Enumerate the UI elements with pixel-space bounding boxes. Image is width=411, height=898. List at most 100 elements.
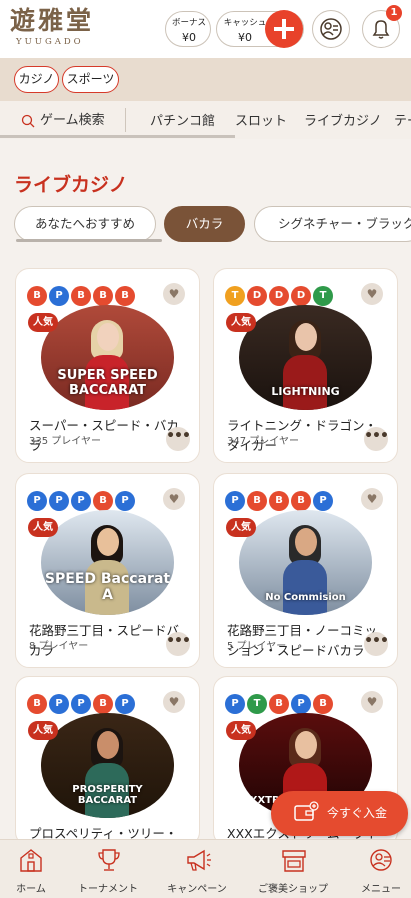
site-logo[interactable]: 遊雅堂 YUUGADO	[10, 6, 125, 54]
home-icon	[20, 849, 42, 872]
result-dot: T	[313, 286, 333, 306]
result-dot: B	[247, 491, 267, 511]
cash-label: キャッシュ	[223, 18, 267, 28]
category-casino[interactable]: カジノ	[14, 66, 59, 93]
nav-table[interactable]: テー	[394, 110, 411, 129]
result-dot: T	[225, 286, 245, 306]
game-thumbnail[interactable]: SUPER SPEED BACCARAT	[41, 305, 174, 410]
tab-tournament[interactable]: トーナメント	[72, 840, 144, 898]
more-options-icon[interactable]: •••	[166, 632, 191, 656]
popular-badge: 人気	[226, 313, 256, 332]
filter-baccarat[interactable]: バカラ	[164, 206, 245, 242]
result-dot: P	[49, 491, 69, 511]
result-dot: D	[269, 286, 289, 306]
nav-live-casino[interactable]: ライブカジノ	[304, 110, 382, 129]
recent-results: TDDDT	[225, 283, 335, 306]
tab-campaign[interactable]: キャンペーン	[160, 840, 234, 898]
game-thumbnail[interactable]: SPEED Baccarat A	[41, 510, 174, 615]
favorite-heart-icon[interactable]: ♥	[361, 283, 383, 305]
game-logo-art: SUPER SPEED BACCARAT	[57, 368, 158, 398]
result-dot: T	[247, 694, 267, 714]
game-card[interactable]: B P B B B ♥ SUPER SPEED BACCARAT 人気 スーパー・スピード・バカ…	[15, 268, 200, 463]
category-sports[interactable]: スポーツ	[62, 66, 119, 93]
popular-badge: 人気	[28, 721, 58, 740]
result-dot: P	[71, 491, 91, 511]
game-logo-art: No Commision	[265, 592, 346, 603]
result-dot: B	[27, 694, 47, 714]
megaphone-icon	[187, 849, 211, 871]
tab-tournament-label: トーナメント	[78, 884, 138, 895]
player-count: 5 プレイヤー	[227, 641, 287, 652]
game-logo-art: LIGHTNING	[271, 385, 340, 398]
result-dot: B	[93, 694, 113, 714]
trophy-icon	[98, 849, 120, 871]
category-bar: カジノ スポーツ	[0, 58, 411, 101]
logo-text: 遊雅堂	[10, 6, 95, 35]
bonus-value: ¥0	[182, 31, 196, 44]
favorite-heart-icon[interactable]: ♥	[361, 488, 383, 510]
wallet-plus-icon	[294, 801, 319, 821]
result-dot: D	[291, 286, 311, 306]
favorite-heart-icon[interactable]: ♥	[163, 691, 185, 713]
result-dot: P	[313, 491, 333, 511]
deposit-now-button[interactable]: 今すぐ入金	[271, 791, 408, 836]
result-dot: P	[225, 694, 245, 714]
popular-badge: 人気	[28, 313, 58, 332]
plus-icon	[274, 19, 294, 39]
result-dot: B	[269, 491, 289, 511]
filter-signature-blackjack[interactable]: シグネチャー・ブラックジャ	[254, 206, 411, 242]
app-root: 遊雅堂 YUUGADO ボーナス ¥0 キャッシュ ¥0 1 カジノ スポーツ …	[0, 0, 411, 898]
account-button[interactable]	[312, 10, 350, 48]
tab-campaign-label: キャンペーン	[167, 884, 227, 895]
game-card[interactable]: P B B B P ♥ No Commision 人気 花路野三丁目・ノーコミッション・スピード…	[213, 473, 398, 668]
nav-pachinko[interactable]: パチンコ館	[150, 110, 215, 129]
shop-icon	[282, 850, 306, 872]
nav-divider	[125, 108, 126, 132]
result-dot: B	[313, 694, 333, 714]
game-logo-art: SPEED Baccarat A	[44, 571, 171, 603]
tab-menu[interactable]: メニュー	[352, 840, 410, 898]
notification-badge: 1	[386, 5, 402, 21]
result-dot: P	[291, 694, 311, 714]
result-dot: P	[27, 491, 47, 511]
player-count: 347 プレイヤー	[227, 436, 299, 447]
recent-results: BPBBB	[27, 283, 137, 306]
more-options-icon[interactable]: •••	[364, 632, 389, 656]
nav-slots[interactable]: スロット	[235, 110, 287, 129]
filter-recommended[interactable]: あなたへおすすめ	[14, 206, 156, 242]
result-dot: D	[247, 286, 267, 306]
game-card[interactable]: BPPBP♥PROSPERITY BACCARAT人気プロスペリティ・ツリー・バ…	[15, 676, 200, 861]
deposit-plus-button[interactable]	[265, 10, 303, 48]
more-options-icon[interactable]: •••	[166, 427, 191, 451]
result-dot: B	[115, 286, 135, 306]
result-dot: B	[93, 491, 113, 511]
popular-badge: 人気	[28, 518, 58, 537]
tab-home[interactable]: ホーム	[0, 840, 62, 898]
nav-scroll-indicator	[0, 135, 235, 138]
more-options-icon[interactable]: •••	[364, 427, 389, 451]
recent-results: PPPBP	[27, 488, 137, 511]
result-dot: P	[115, 694, 135, 714]
search-icon	[21, 114, 35, 127]
result-dot: B	[93, 286, 113, 306]
favorite-heart-icon[interactable]: ♥	[163, 283, 185, 305]
bonus-balance[interactable]: ボーナス ¥0	[165, 11, 211, 47]
section-title: ライブカジノ	[14, 174, 128, 196]
game-thumbnail[interactable]: PROSPERITY BACCARAT	[41, 713, 174, 818]
favorite-heart-icon[interactable]: ♥	[361, 691, 383, 713]
popular-badge: 人気	[226, 518, 256, 537]
filter-scroll-indicator	[16, 239, 162, 242]
game-logo-art: PROSPERITY BACCARAT	[72, 784, 143, 806]
game-thumbnail[interactable]: LIGHTNING	[239, 305, 372, 410]
tab-reward-shop[interactable]: ご褒美ショップ	[252, 840, 334, 898]
game-card[interactable]: T D D D T ♥ LIGHTNING 人気 ライトニング・ドラゴン・タイガー 347 プレイ…	[213, 268, 398, 463]
game-nav: ゲーム検索 パチンコ館 スロット ライブカジノ テー	[0, 101, 411, 139]
game-search[interactable]: ゲーム検索	[20, 109, 105, 129]
bottom-nav: ホーム トーナメント キャンペーン ご褒美ショップ メニュー	[0, 839, 411, 898]
recent-results: PTBPB	[225, 691, 335, 714]
game-thumbnail[interactable]: No Commision	[239, 510, 372, 615]
game-card[interactable]: P P P B P ♥ SPEED Baccarat A 人気 花路野三丁目・スピードバカラ 8 …	[15, 473, 200, 668]
recent-results: BPPBP	[27, 691, 137, 714]
favorite-heart-icon[interactable]: ♥	[163, 488, 185, 510]
recent-results: PBBBP	[225, 488, 335, 511]
